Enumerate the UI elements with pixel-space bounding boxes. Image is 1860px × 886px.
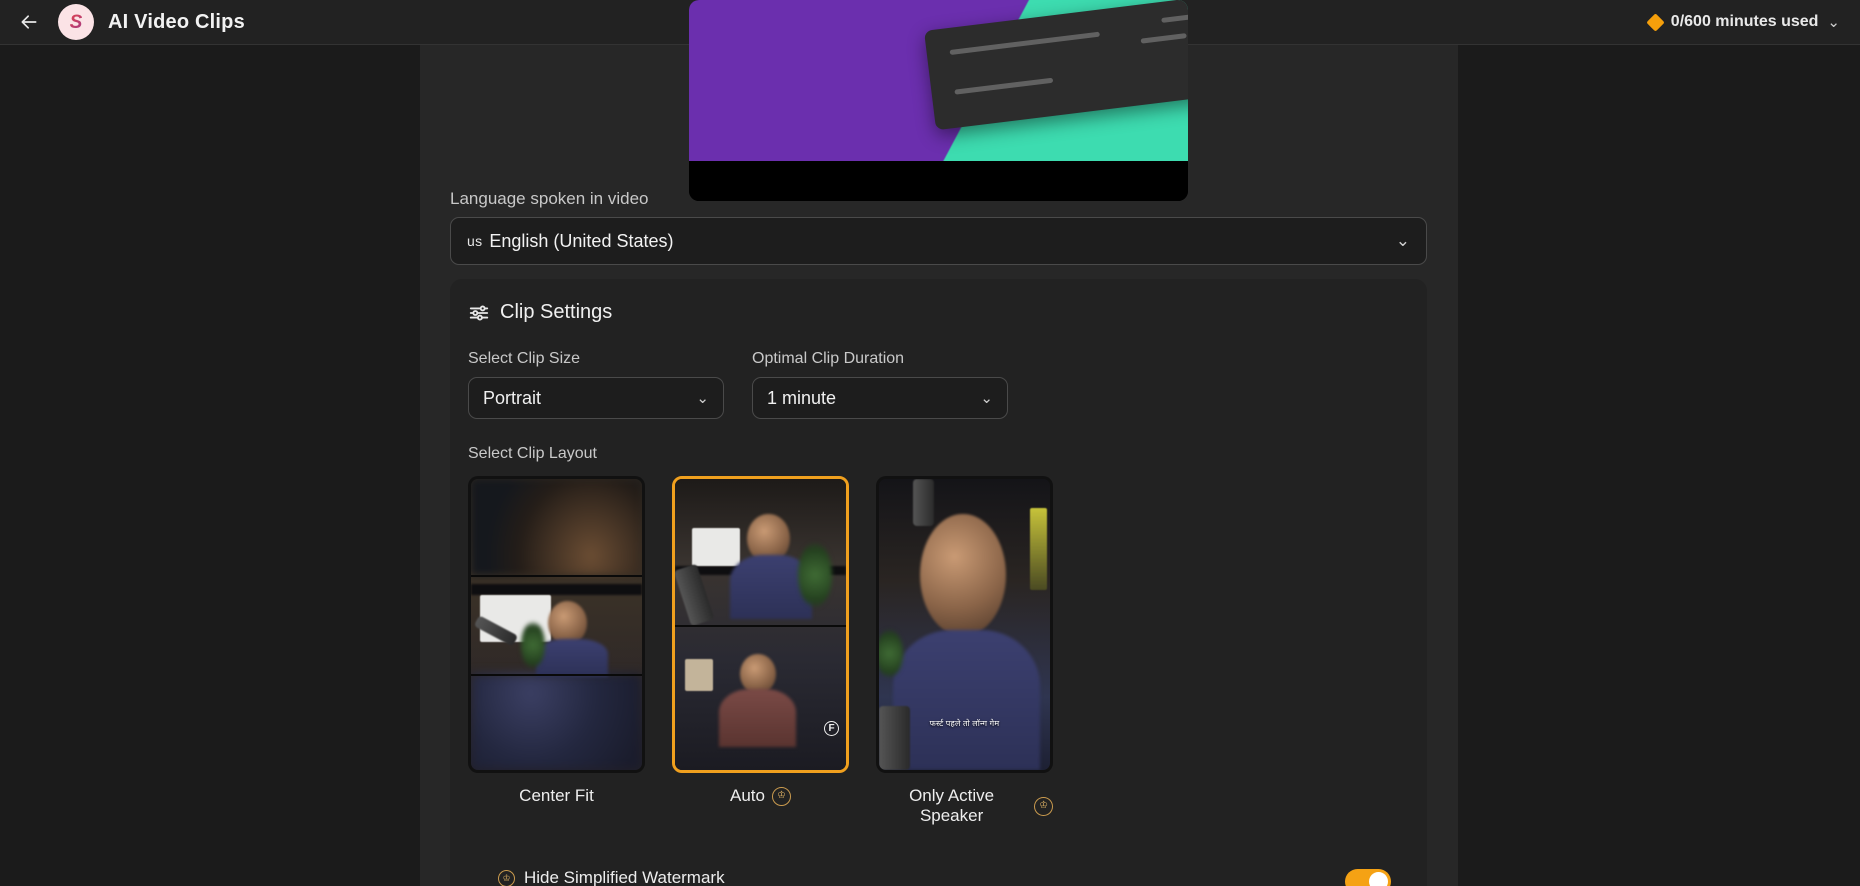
clip-size-select[interactable]: Portrait ⌄	[468, 377, 724, 419]
clip-size-field: Select Clip Size Portrait ⌄	[468, 350, 724, 419]
layout-option-caption: Auto ♔	[672, 786, 849, 806]
preview-inner-card	[923, 0, 1188, 130]
clip-settings-title: Clip Settings	[500, 301, 613, 323]
page-body: Language spoken in video us English (Uni…	[0, 0, 1860, 886]
arrow-left-icon	[21, 15, 37, 29]
crown-icon: ♔	[771, 786, 791, 806]
hide-watermark-toggle[interactable]	[1345, 869, 1391, 886]
chevron-down-icon: ⌄	[1395, 231, 1410, 250]
layout-option-caption: Center Fit	[468, 786, 645, 806]
layout-option-center-fit[interactable]: Center Fit	[468, 476, 645, 826]
clip-layout-options: Center Fit F Auto ♔ फर्स्ट पहले तो लॉन्ग…	[468, 476, 1409, 826]
crown-icon: ♔	[1034, 796, 1053, 816]
sliders-icon	[469, 304, 489, 321]
toggle-knob	[1369, 872, 1388, 886]
clip-size-value: Portrait	[483, 387, 542, 408]
flag-icon: us	[467, 233, 483, 249]
credits-menu[interactable]: 0/600 minutes used ⌄	[1646, 12, 1840, 32]
clip-duration-value: 1 minute	[767, 387, 837, 408]
layout-option-label: Only Active Speaker	[909, 786, 995, 825]
layout-thumbnail[interactable]	[468, 476, 645, 773]
language-label: Language spoken in video	[450, 189, 649, 208]
logo-mark-icon: S	[69, 11, 83, 33]
chevron-down-icon: ⌄	[1827, 13, 1840, 31]
clip-duration-select[interactable]: 1 minute ⌄	[752, 377, 1008, 419]
clip-settings-card: Clip Settings Select Clip Size Portrait …	[450, 279, 1427, 886]
hide-watermark-label: Hide Simplified Watermark	[524, 868, 725, 886]
layout-thumbnail[interactable]: F	[672, 476, 849, 773]
clip-duration-label: Optimal Clip Duration	[752, 350, 905, 367]
chevron-down-icon: ⌄	[980, 389, 993, 407]
page-title: AI Video Clips	[108, 10, 245, 33]
layout-option-auto[interactable]: F Auto ♔	[672, 476, 849, 826]
clip-duration-field: Optimal Clip Duration 1 minute ⌄	[752, 350, 1008, 419]
clip-settings-header: Clip Settings	[468, 301, 1409, 324]
layout-option-caption: Only Active Speaker ♔	[876, 786, 1053, 826]
preview-letterbox	[689, 160, 1188, 201]
hide-watermark-label-group: ♔ Hide Simplified Watermark	[498, 868, 725, 886]
watermark-logo-icon: F	[824, 721, 839, 736]
hide-watermark-row: ♔ Hide Simplified Watermark	[498, 868, 1391, 886]
app-logo: S	[58, 4, 94, 40]
clip-size-label: Select Clip Size	[468, 350, 581, 367]
layout-thumbnail[interactable]: फर्स्ट पहले तो लॉन्ग गेम	[876, 476, 1053, 773]
content-panel: Language spoken in video us English (Uni…	[420, 0, 1458, 886]
layout-option-only-active-speaker[interactable]: फर्स्ट पहले तो लॉन्ग गेम Only Active Spe…	[876, 476, 1053, 826]
preview-artwork	[689, 0, 1188, 161]
back-button[interactable]	[12, 5, 46, 39]
language-value: English (United States)	[489, 230, 674, 251]
clip-settings-row: Select Clip Size Portrait ⌄ Optimal Clip…	[468, 350, 1409, 419]
layout-option-label: Center Fit	[519, 786, 594, 805]
layout-option-label: Auto	[730, 786, 765, 805]
credits-label: 0/600 minutes used	[1670, 13, 1819, 30]
subtitle-text: फर्स्ट पहले तो लॉन्ग गेम	[929, 719, 1000, 729]
clip-layout-label: Select Clip Layout	[468, 445, 597, 462]
language-select[interactable]: us English (United States) ⌄	[450, 217, 1427, 265]
video-preview-thumbnail	[689, 0, 1188, 201]
crown-icon: ♔	[498, 870, 515, 886]
chevron-down-icon: ⌄	[696, 389, 709, 407]
diamond-icon	[1646, 12, 1665, 32]
